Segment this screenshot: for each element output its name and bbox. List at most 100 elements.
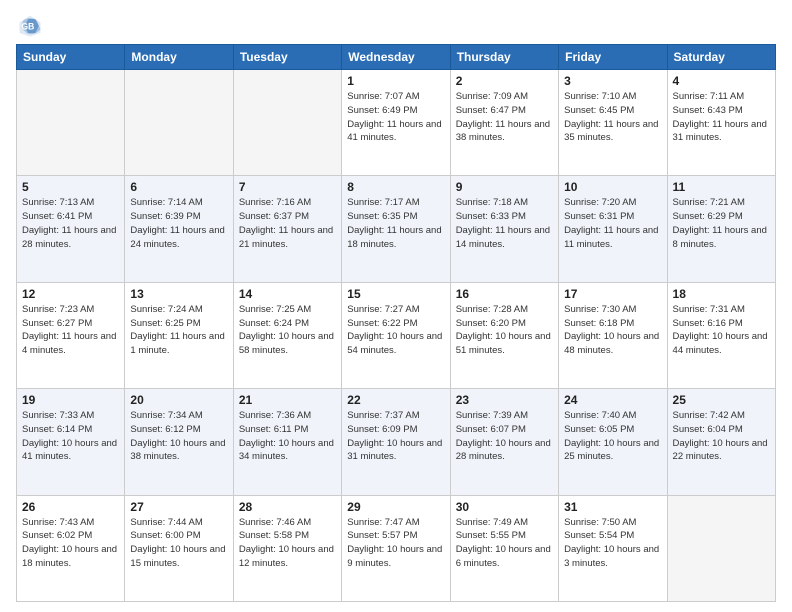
day-info: Sunrise: 7:11 AM Sunset: 6:43 PM Dayligh… xyxy=(673,90,770,145)
day-cell: 10 Sunrise: 7:20 AM Sunset: 6:31 PM Dayli… xyxy=(559,176,667,282)
day-cell: 30 Sunrise: 7:49 AM Sunset: 5:55 PM Dayli… xyxy=(450,495,558,601)
day-number: 2 xyxy=(456,74,553,88)
day-info: Sunrise: 7:21 AM Sunset: 6:29 PM Dayligh… xyxy=(673,196,770,251)
day-cell: 1Sunrise: 7:07 AM Sunset: 6:49 PM Daylig… xyxy=(342,70,450,176)
weekday-header-row: SundayMondayTuesdayWednesdayThursdayFrid… xyxy=(17,45,776,70)
day-info: Sunrise: 7:20 AM Sunset: 6:31 PM Dayligh… xyxy=(564,196,661,251)
day-cell: 13Sunrise: 7:24 AM Sunset: 6:25 PM Dayli… xyxy=(125,282,233,388)
day-number: 21 xyxy=(239,393,336,407)
day-cell: 15 Sunrise: 7:27 AM Sunset: 6:22 PM Dayli… xyxy=(342,282,450,388)
day-cell: 5Sunrise: 7:13 AM Sunset: 6:41 PM Daylig… xyxy=(17,176,125,282)
weekday-header-thursday: Thursday xyxy=(450,45,558,70)
day-number: 22 xyxy=(347,393,444,407)
week-row-5: 26Sunrise: 7:43 AM Sunset: 6:02 PM Dayli… xyxy=(17,495,776,601)
day-info: Sunrise: 7:18 AM Sunset: 6:33 PM Dayligh… xyxy=(456,196,553,251)
day-cell: 28 Sunrise: 7:46 AM Sunset: 5:58 PM Dayli… xyxy=(233,495,341,601)
day-cell: 17 Sunrise: 7:30 AM Sunset: 6:18 PM Dayli… xyxy=(559,282,667,388)
day-cell: 3 Sunrise: 7:10 AM Sunset: 6:45 PM Daylig… xyxy=(559,70,667,176)
day-cell: 23 Sunrise: 7:39 AM Sunset: 6:07 PM Dayli… xyxy=(450,389,558,495)
logo: GB xyxy=(16,12,48,40)
day-number: 19 xyxy=(22,393,119,407)
day-info: Sunrise: 7:07 AM Sunset: 6:49 PM Dayligh… xyxy=(347,90,444,145)
weekday-header-saturday: Saturday xyxy=(667,45,775,70)
day-number: 16 xyxy=(456,287,553,301)
week-row-3: 12 Sunrise: 7:23 AM Sunset: 6:27 PM Dayli… xyxy=(17,282,776,388)
day-info: Sunrise: 7:37 AM Sunset: 6:09 PM Dayligh… xyxy=(347,409,444,464)
day-cell: 7 Sunrise: 7:16 AM Sunset: 6:37 PM Daylig… xyxy=(233,176,341,282)
day-number: 28 xyxy=(239,500,336,514)
day-number: 7 xyxy=(239,180,336,194)
day-info: Sunrise: 7:28 AM Sunset: 6:20 PM Dayligh… xyxy=(456,303,553,358)
day-number: 29 xyxy=(347,500,444,514)
day-info: Sunrise: 7:14 AM Sunset: 6:39 PM Dayligh… xyxy=(130,196,227,251)
day-number: 23 xyxy=(456,393,553,407)
day-cell: 26Sunrise: 7:43 AM Sunset: 6:02 PM Dayli… xyxy=(17,495,125,601)
weekday-header-friday: Friday xyxy=(559,45,667,70)
day-cell: 18Sunrise: 7:31 AM Sunset: 6:16 PM Dayli… xyxy=(667,282,775,388)
day-info: Sunrise: 7:49 AM Sunset: 5:55 PM Dayligh… xyxy=(456,516,553,571)
day-cell: 29 Sunrise: 7:47 AM Sunset: 5:57 PM Dayli… xyxy=(342,495,450,601)
day-number: 12 xyxy=(22,287,119,301)
day-info: Sunrise: 7:27 AM Sunset: 6:22 PM Dayligh… xyxy=(347,303,444,358)
day-cell: 21 Sunrise: 7:36 AM Sunset: 6:11 PM Dayli… xyxy=(233,389,341,495)
day-cell: 12 Sunrise: 7:23 AM Sunset: 6:27 PM Dayli… xyxy=(17,282,125,388)
day-info: Sunrise: 7:34 AM Sunset: 6:12 PM Dayligh… xyxy=(130,409,227,464)
day-info: Sunrise: 7:13 AM Sunset: 6:41 PM Dayligh… xyxy=(22,196,119,251)
day-cell: 2 Sunrise: 7:09 AM Sunset: 6:47 PM Daylig… xyxy=(450,70,558,176)
day-info: Sunrise: 7:33 AM Sunset: 6:14 PM Dayligh… xyxy=(22,409,119,464)
day-cell: 9Sunrise: 7:18 AM Sunset: 6:33 PM Daylig… xyxy=(450,176,558,282)
day-info: Sunrise: 7:30 AM Sunset: 6:18 PM Dayligh… xyxy=(564,303,661,358)
logo-icon: GB xyxy=(16,12,44,40)
weekday-header-monday: Monday xyxy=(125,45,233,70)
day-number: 4 xyxy=(673,74,770,88)
day-cell xyxy=(125,70,233,176)
day-cell: 20 Sunrise: 7:34 AM Sunset: 6:12 PM Dayli… xyxy=(125,389,233,495)
day-info: Sunrise: 7:23 AM Sunset: 6:27 PM Dayligh… xyxy=(22,303,119,358)
day-number: 17 xyxy=(564,287,661,301)
day-cell: 16 Sunrise: 7:28 AM Sunset: 6:20 PM Dayli… xyxy=(450,282,558,388)
day-info: Sunrise: 7:25 AM Sunset: 6:24 PM Dayligh… xyxy=(239,303,336,358)
day-number: 27 xyxy=(130,500,227,514)
day-number: 25 xyxy=(673,393,770,407)
day-info: Sunrise: 7:44 AM Sunset: 6:00 PM Dayligh… xyxy=(130,516,227,571)
day-cell: 31Sunrise: 7:50 AM Sunset: 5:54 PM Dayli… xyxy=(559,495,667,601)
weekday-header-tuesday: Tuesday xyxy=(233,45,341,70)
day-info: Sunrise: 7:39 AM Sunset: 6:07 PM Dayligh… xyxy=(456,409,553,464)
day-number: 15 xyxy=(347,287,444,301)
weekday-header-sunday: Sunday xyxy=(17,45,125,70)
day-info: Sunrise: 7:09 AM Sunset: 6:47 PM Dayligh… xyxy=(456,90,553,145)
day-cell xyxy=(667,495,775,601)
calendar-table: SundayMondayTuesdayWednesdayThursdayFrid… xyxy=(16,44,776,602)
day-cell: 8Sunrise: 7:17 AM Sunset: 6:35 PM Daylig… xyxy=(342,176,450,282)
day-cell: 24 Sunrise: 7:40 AM Sunset: 6:05 PM Dayli… xyxy=(559,389,667,495)
day-number: 3 xyxy=(564,74,661,88)
day-info: Sunrise: 7:46 AM Sunset: 5:58 PM Dayligh… xyxy=(239,516,336,571)
day-number: 20 xyxy=(130,393,227,407)
day-cell: 25 Sunrise: 7:42 AM Sunset: 6:04 PM Dayli… xyxy=(667,389,775,495)
day-info: Sunrise: 7:47 AM Sunset: 5:57 PM Dayligh… xyxy=(347,516,444,571)
day-number: 11 xyxy=(673,180,770,194)
day-number: 6 xyxy=(130,180,227,194)
day-info: Sunrise: 7:16 AM Sunset: 6:37 PM Dayligh… xyxy=(239,196,336,251)
day-number: 10 xyxy=(564,180,661,194)
day-info: Sunrise: 7:50 AM Sunset: 5:54 PM Dayligh… xyxy=(564,516,661,571)
day-cell: 19 Sunrise: 7:33 AM Sunset: 6:14 PM Dayli… xyxy=(17,389,125,495)
weekday-header-wednesday: Wednesday xyxy=(342,45,450,70)
day-info: Sunrise: 7:36 AM Sunset: 6:11 PM Dayligh… xyxy=(239,409,336,464)
day-info: Sunrise: 7:40 AM Sunset: 6:05 PM Dayligh… xyxy=(564,409,661,464)
day-cell: 11 Sunrise: 7:21 AM Sunset: 6:29 PM Dayli… xyxy=(667,176,775,282)
day-number: 24 xyxy=(564,393,661,407)
day-info: Sunrise: 7:24 AM Sunset: 6:25 PM Dayligh… xyxy=(130,303,227,358)
day-number: 18 xyxy=(673,287,770,301)
day-number: 14 xyxy=(239,287,336,301)
day-number: 8 xyxy=(347,180,444,194)
week-row-4: 19 Sunrise: 7:33 AM Sunset: 6:14 PM Dayli… xyxy=(17,389,776,495)
week-row-1: 1Sunrise: 7:07 AM Sunset: 6:49 PM Daylig… xyxy=(17,70,776,176)
svg-text:GB: GB xyxy=(21,22,34,32)
day-cell: 4 Sunrise: 7:11 AM Sunset: 6:43 PM Daylig… xyxy=(667,70,775,176)
day-cell: 6 Sunrise: 7:14 AM Sunset: 6:39 PM Daylig… xyxy=(125,176,233,282)
week-row-2: 5Sunrise: 7:13 AM Sunset: 6:41 PM Daylig… xyxy=(17,176,776,282)
day-info: Sunrise: 7:42 AM Sunset: 6:04 PM Dayligh… xyxy=(673,409,770,464)
day-number: 30 xyxy=(456,500,553,514)
day-info: Sunrise: 7:10 AM Sunset: 6:45 PM Dayligh… xyxy=(564,90,661,145)
